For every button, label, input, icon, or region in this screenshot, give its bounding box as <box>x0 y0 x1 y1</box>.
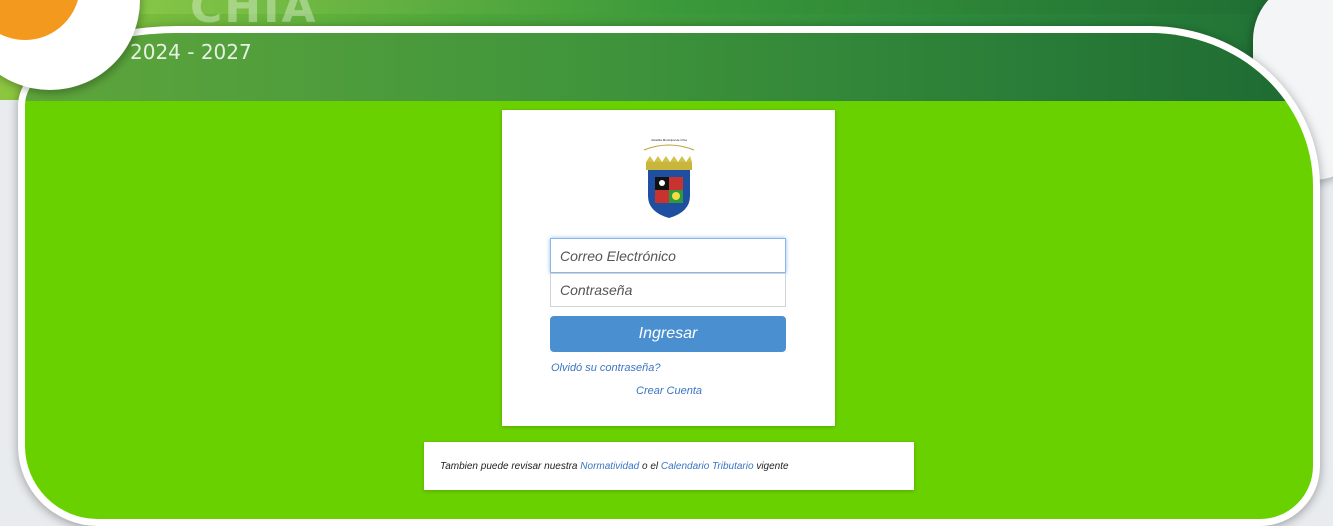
municipal-crest-icon <box>643 144 695 218</box>
login-button[interactable]: Ingresar <box>550 316 786 352</box>
footer-text-before: Tambien puede revisar nuestra <box>440 460 578 472</box>
logo-text: CHIA <box>190 0 318 33</box>
footer-note: Tambien puede revisar nuestra Normativid… <box>424 442 914 490</box>
calendario-tributario-link[interactable]: Calendario Tributario <box>661 461 754 472</box>
normatividad-link[interactable]: Normatividad <box>580 461 639 472</box>
footer-text-middle: o el <box>641 460 659 472</box>
password-input[interactable] <box>550 273 786 307</box>
crest-motto: Alcaldía Municipal de Chía <box>651 138 687 142</box>
email-input[interactable] <box>550 238 786 273</box>
create-account-link[interactable]: Crear Cuenta <box>636 385 702 397</box>
footer-text-after: vigente <box>756 460 789 472</box>
logo-years: 2024 - 2027 <box>130 40 252 64</box>
forgot-password-link[interactable]: Olvidó su contraseña? <box>551 362 660 374</box>
